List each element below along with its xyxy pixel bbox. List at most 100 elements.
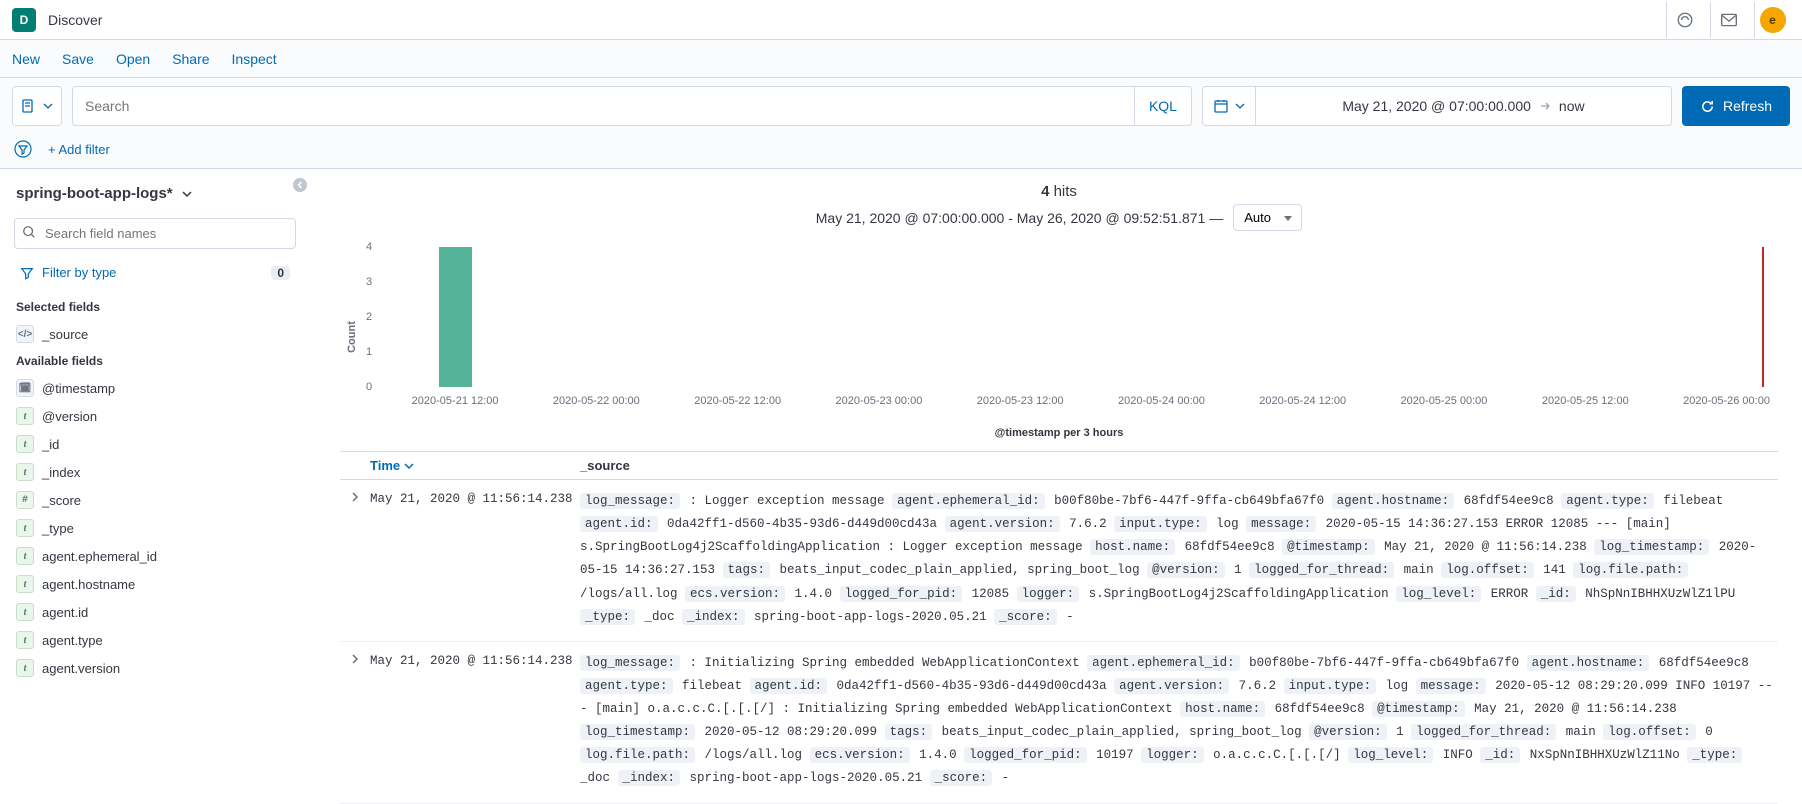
field-key: input.type: <box>1114 516 1207 532</box>
field-item[interactable]: tagent.ephemeral_id <box>10 542 300 570</box>
field-key: @version: <box>1309 724 1387 740</box>
interval-select[interactable]: Auto <box>1233 204 1302 231</box>
field-name: _score <box>42 493 81 508</box>
time-column-sort[interactable]: Time <box>370 458 414 473</box>
x-tick: 2020-05-23 12:00 <box>977 395 1064 407</box>
kql-toggle[interactable]: KQL <box>1134 87 1191 125</box>
field-name: agent.type <box>42 633 103 648</box>
hits-count: 4 hits <box>340 179 1778 202</box>
field-item[interactable]: t agent.type <box>10 626 300 654</box>
app-topbar: D Discover e <box>0 0 1802 40</box>
text-field-icon: t <box>16 575 34 593</box>
field-name: @timestamp <box>42 381 115 396</box>
text-field-icon: t <box>16 659 34 677</box>
field-key: @version: <box>1147 562 1225 578</box>
date-range-display[interactable]: May 21, 2020 @ 07:00:00.000 now <box>1256 98 1671 114</box>
field-key: _type: <box>580 609 635 625</box>
x-tick: 2020-05-25 12:00 <box>1542 395 1629 407</box>
text-field-icon: t <box>16 519 34 537</box>
expand-row-button[interactable] <box>340 490 370 629</box>
date-to: now <box>1559 98 1585 114</box>
date-picker: May 21, 2020 @ 07:00:00.000 now <box>1202 86 1672 126</box>
text-field-icon: t <box>16 603 34 621</box>
field-key: agent.id: <box>750 678 828 694</box>
menu-open[interactable]: Open <box>116 51 150 67</box>
field-key: logged_for_thread: <box>1411 724 1556 740</box>
text-field-icon: t <box>16 631 34 649</box>
newsfeed-icon[interactable] <box>1666 2 1702 38</box>
field-key: @timestamp: <box>1282 539 1375 555</box>
doc-time: May 21, 2020 @ 11:56:14.238 <box>370 490 580 629</box>
field-key: agent.hostname: <box>1527 655 1650 671</box>
field-item[interactable]: t agent.id <box>10 598 300 626</box>
histogram-chart[interactable]: Count 01234 2020-05-21 12:002020-05-22 0… <box>340 247 1778 427</box>
field-key: log_timestamp: <box>1594 539 1709 555</box>
field-key: _index: <box>682 609 745 625</box>
refresh-label: Refresh <box>1723 98 1772 114</box>
text-field-icon: t <box>16 463 34 481</box>
field-key: _score: <box>994 609 1057 625</box>
field-key: logged_for_pid: <box>840 586 963 602</box>
time-range-text: May 21, 2020 @ 07:00:00.000 - May 26, 20… <box>816 210 1223 226</box>
index-pattern-name: spring-boot-app-logs* <box>16 185 173 202</box>
time-range-row: May 21, 2020 @ 07:00:00.000 - May 26, 20… <box>340 202 1778 241</box>
field-name: agent.hostname <box>42 577 135 592</box>
histogram-bar[interactable] <box>439 247 472 387</box>
filter-options-icon[interactable] <box>12 138 34 160</box>
field-item[interactable]: tagent.version <box>10 654 300 682</box>
x-tick: 2020-05-24 00:00 <box>1118 395 1205 407</box>
date-quick-button[interactable] <box>1203 87 1256 125</box>
field-key: agent.version: <box>1114 678 1229 694</box>
field-key: agent.type: <box>1561 493 1654 509</box>
field-item[interactable]: 🗓@timestamp <box>10 374 300 402</box>
field-key: host.name: <box>1180 701 1265 717</box>
field-name: _source <box>42 327 88 342</box>
field-key: agent.hostname: <box>1332 493 1455 509</box>
selected-fields-heading: Selected fields <box>10 294 300 320</box>
filter-icon <box>20 266 34 280</box>
field-item[interactable]: t_type <box>10 514 300 542</box>
field-item[interactable]: t@version <box>10 402 300 430</box>
index-pattern-selector[interactable]: spring-boot-app-logs* <box>10 181 300 212</box>
filter-type-count: 0 <box>271 266 290 280</box>
saved-query-button[interactable] <box>12 86 62 126</box>
field-item[interactable]: t agent.hostname <box>10 570 300 598</box>
menu-save[interactable]: Save <box>62 51 94 67</box>
search-input[interactable] <box>73 87 1134 125</box>
x-tick: 2020-05-25 00:00 <box>1401 395 1488 407</box>
query-bar: KQL May 21, 2020 @ 07:00:00.000 now Refr… <box>0 78 1802 134</box>
menu-share[interactable]: Share <box>172 51 209 67</box>
filter-by-type-button[interactable]: Filter by type 0 <box>14 259 296 286</box>
field-key: @timestamp: <box>1372 701 1465 717</box>
doc-row: May 21, 2020 @ 11:56:14.238log_message: … <box>340 480 1778 642</box>
x-tick: 2020-05-26 00:00 <box>1683 395 1770 407</box>
field-item[interactable]: </>_source <box>10 320 300 348</box>
x-tick: 2020-05-22 12:00 <box>694 395 781 407</box>
doc-time: May 21, 2020 @ 11:56:14.238 <box>370 652 580 791</box>
field-name: agent.id <box>42 605 88 620</box>
expand-row-button[interactable] <box>340 652 370 791</box>
field-search-input[interactable] <box>14 218 296 249</box>
arrow-right-icon <box>1539 100 1551 112</box>
doc-source: log_message: : Initializing Spring embed… <box>580 652 1778 791</box>
user-menu[interactable]: e <box>1754 2 1790 38</box>
menu-inspect[interactable]: Inspect <box>232 51 277 67</box>
field-item[interactable]: t_id <box>10 430 300 458</box>
field-item[interactable]: t_index <box>10 458 300 486</box>
mail-icon[interactable] <box>1710 2 1746 38</box>
field-key: logged_for_thread: <box>1249 562 1394 578</box>
doc-source: log_message: : Logger exception message … <box>580 490 1778 629</box>
field-key: _id: <box>1480 747 1520 763</box>
field-key: log.offset: <box>1441 562 1534 578</box>
field-name: @version <box>42 409 97 424</box>
field-key: message: <box>1416 678 1486 694</box>
collapse-sidebar-icon[interactable] <box>292 177 308 193</box>
date-from: May 21, 2020 @ 07:00:00.000 <box>1342 98 1531 114</box>
field-key: _score: <box>930 770 993 786</box>
add-filter-button[interactable]: + Add filter <box>48 142 110 157</box>
field-key: _type: <box>1687 747 1742 763</box>
field-item[interactable]: #_score <box>10 486 300 514</box>
refresh-button[interactable]: Refresh <box>1682 86 1790 126</box>
menu-new[interactable]: New <box>12 51 40 67</box>
app-badge: D <box>12 8 36 32</box>
